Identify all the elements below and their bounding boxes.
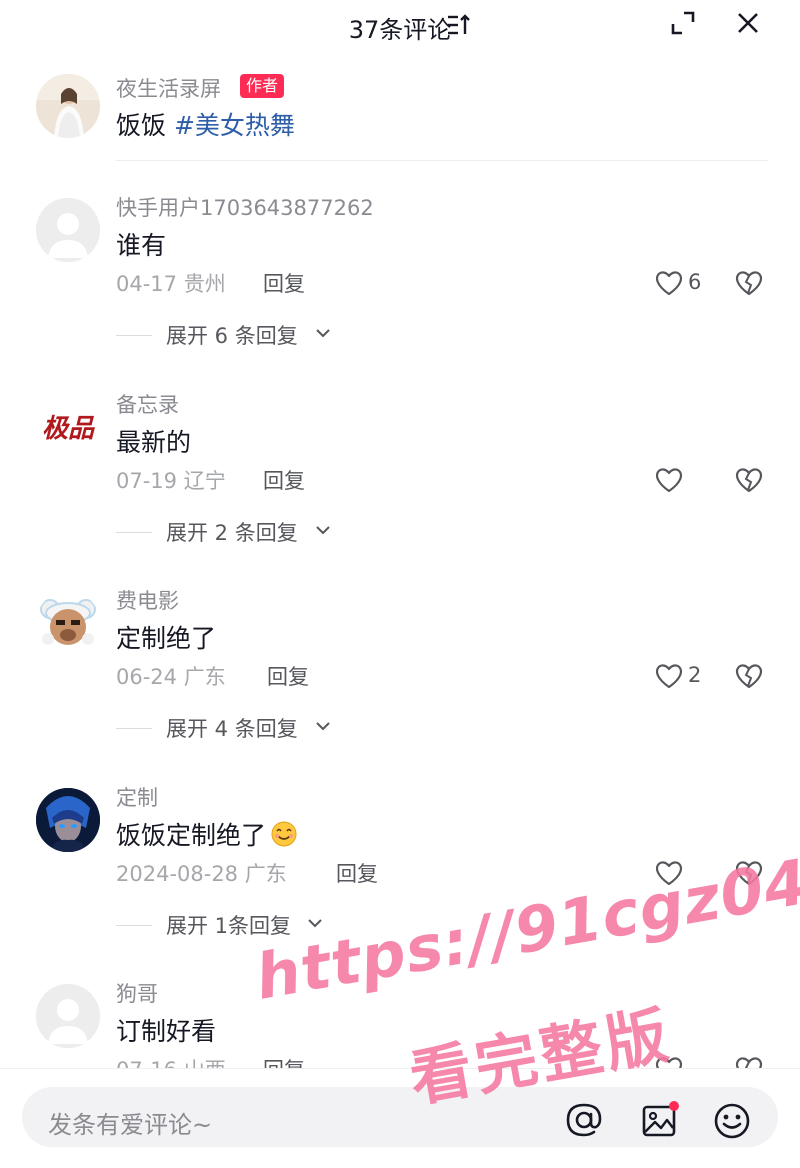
hashtag-link[interactable]: #美女热舞 (174, 111, 295, 140)
comment-username[interactable]: 快手用户1703643877262 (116, 192, 374, 222)
author-username[interactable]: 夜生活录屏 (116, 73, 221, 103)
broken-heart-icon[interactable] (734, 466, 764, 494)
comment-item: 费电影 定制绝了 06-24 广东 回复 2 展开 4 条回复 (0, 585, 800, 775)
reply-button[interactable]: 回复 (267, 661, 309, 691)
comment-date-location: 06-24 广东 (116, 665, 226, 689)
memo-logo-text: 极品 (42, 414, 95, 444)
expand-line (116, 335, 152, 336)
expand-line (116, 532, 152, 533)
at-icon[interactable] (564, 1100, 604, 1140)
comment-username[interactable]: 费电影 (116, 585, 179, 615)
broken-heart-icon[interactable] (734, 859, 764, 887)
comment-text: 定制绝了 (116, 624, 217, 653)
broken-heart-icon[interactable] (734, 662, 764, 690)
avatar[interactable] (36, 74, 100, 138)
chevron-down-icon (316, 329, 330, 338)
avatar[interactable] (36, 788, 100, 852)
avatar[interactable]: 极品 (36, 395, 100, 459)
expand-replies-label[interactable]: 展开 2 条回复 (166, 517, 298, 547)
avatar[interactable] (36, 591, 100, 655)
sort-icon[interactable] (446, 13, 472, 37)
comment-date-location: 04-17 贵州 (116, 272, 226, 296)
chevron-down-icon (316, 526, 330, 535)
close-icon[interactable] (735, 10, 761, 36)
image-icon[interactable] (640, 1100, 680, 1140)
heart-icon[interactable] (654, 859, 684, 887)
avatar[interactable] (36, 198, 100, 262)
like-count: 6 (688, 270, 702, 294)
comment-text: 谁有 (116, 231, 167, 260)
smile-emoji-icon (271, 821, 297, 847)
comment-date-location: 2024-08-28 广东 (116, 862, 287, 886)
comment-username[interactable]: 备忘录 (116, 389, 179, 419)
expand-line (116, 728, 152, 729)
reply-button[interactable]: 回复 (263, 268, 305, 298)
divider (116, 160, 768, 161)
expand-replies-label[interactable]: 展开 1条回复 (166, 910, 291, 940)
reply-button[interactable]: 回复 (336, 858, 378, 888)
comment-text: 订制好看 (116, 1017, 217, 1046)
heart-icon[interactable] (654, 662, 684, 690)
avatar[interactable] (36, 984, 100, 1048)
comment-text: 饭饭定制绝了 (116, 821, 267, 850)
comment-username[interactable]: 狗哥 (116, 978, 158, 1008)
reply-button[interactable]: 回复 (263, 465, 305, 495)
author-post: 夜生活录屏 作者 饭饭 #美女热舞 (0, 66, 800, 161)
comment-text: 最新的 (116, 428, 192, 457)
chevron-down-icon (308, 919, 322, 928)
comment-date-location: 07-19 辽宁 (116, 469, 226, 493)
comment-item: 极品 备忘录 最新的 07-19 辽宁 回复 展开 2 条回复 (0, 389, 800, 579)
emoji-icon[interactable] (712, 1100, 752, 1140)
heart-icon[interactable] (654, 466, 684, 494)
broken-heart-icon[interactable] (734, 269, 764, 297)
comment-input[interactable]: 发条有爱评论~ (22, 1087, 778, 1147)
post-text: 饭饭 (116, 111, 167, 140)
expand-replies-label[interactable]: 展开 4 条回复 (166, 713, 298, 743)
expand-icon[interactable] (670, 10, 696, 36)
comment-username[interactable]: 定制 (116, 782, 158, 812)
heart-icon[interactable] (654, 269, 684, 297)
expand-replies-label[interactable]: 展开 6 条回复 (166, 320, 298, 350)
comment-item: 快手用户1703643877262 谁有 04-17 贵州 回复 6 展开 6 … (0, 192, 800, 382)
comment-input-placeholder: 发条有爱评论~ (48, 1111, 213, 1139)
comment-input-bar: 发条有爱评论~ (0, 1068, 800, 1147)
expand-line (116, 925, 152, 926)
like-count: 2 (688, 663, 702, 687)
comments-header: 37条评论 (0, 0, 800, 52)
chevron-down-icon (316, 722, 330, 731)
comment-text-row: 饭饭定制绝了 (116, 816, 298, 852)
author-post-text: 饭饭 #美女热舞 (116, 106, 295, 142)
comment-item: 定制 饭饭定制绝了 2024-08-28 广东 回复 展开 1条回复 (0, 782, 800, 972)
author-badge: 作者 (240, 74, 285, 98)
